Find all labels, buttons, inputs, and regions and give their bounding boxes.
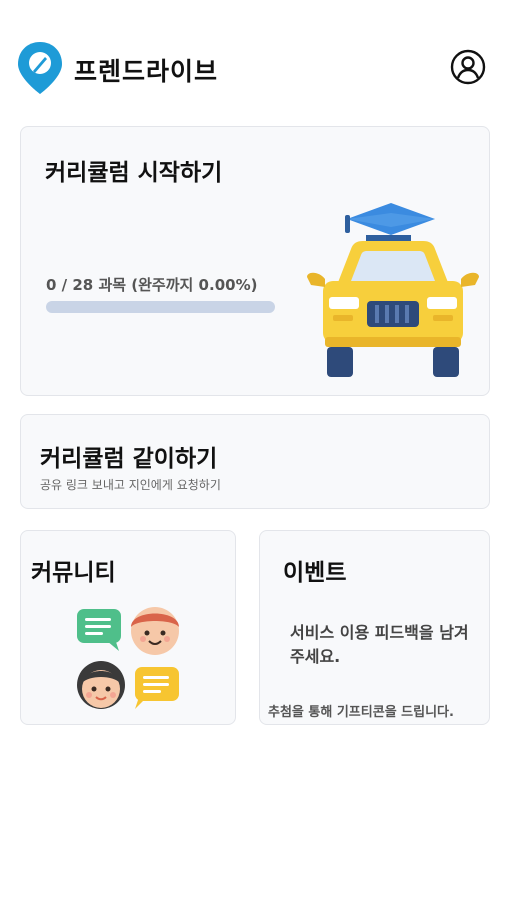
curriculum-start-card[interactable]: 커리큘럼 시작하기 0 / 28 과목 (완주까지 0.00%): [20, 126, 490, 396]
event-title: 이벤트: [283, 560, 347, 586]
event-note: 추첨을 통해 기프티콘을 드립니다.: [268, 705, 454, 720]
logo-pin-icon: [16, 40, 64, 96]
progress-bar: [46, 301, 275, 313]
car-icon: [303, 197, 483, 382]
face-icon: [77, 661, 125, 709]
event-description: 서비스 이용 피드백을 남겨주세요.: [290, 623, 469, 666]
community-title: 커뮤니티: [31, 560, 116, 586]
curriculum-together-card[interactable]: 커리큘럼 같이하기 공유 링크 보내고 지인에게 요청하기: [20, 414, 490, 509]
community-illustration: [73, 601, 183, 711]
face-icon: [131, 607, 179, 655]
curriculum-together-title: 커리큘럼 같이하기: [40, 446, 218, 472]
curriculum-together-subtitle: 공유 링크 보내고 지인에게 요청하기: [40, 478, 221, 492]
chat-bubble-icon: [135, 667, 179, 709]
progress-text: 0 / 28 과목 (완주까지 0.00%): [46, 276, 258, 294]
community-card[interactable]: 커뮤니티: [20, 530, 236, 725]
app-title: 프렌드라이브: [74, 57, 219, 86]
profile-icon[interactable]: [449, 48, 487, 86]
curriculum-start-title: 커리큘럼 시작하기: [45, 160, 223, 186]
header: 프렌드라이브: [0, 0, 507, 110]
event-card[interactable]: 이벤트 서비스 이용 피드백을 남겨주세요. 추첨을 통해 기프티콘을 드립니다…: [259, 530, 490, 725]
chat-bubble-icon: [77, 609, 121, 651]
